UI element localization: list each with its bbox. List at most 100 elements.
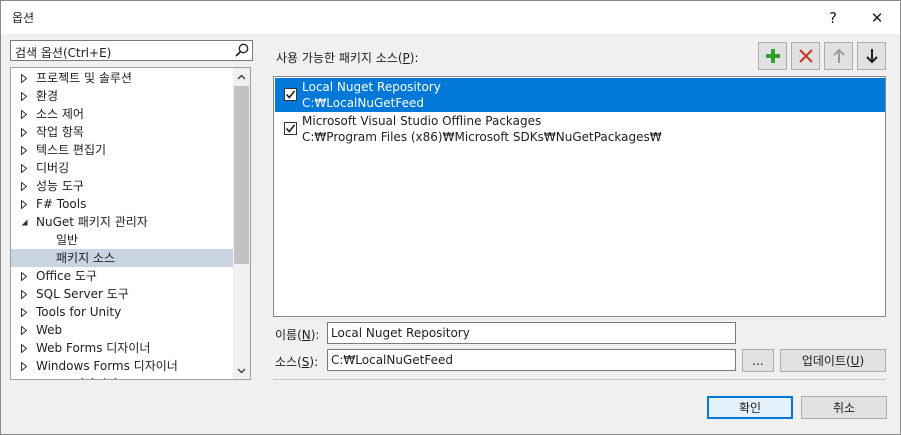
- tree-item-label: 환경: [36, 89, 59, 103]
- name-label-key: N: [301, 328, 311, 342]
- dialog-title: 옵션: [12, 11, 35, 25]
- expand-arrow-icon[interactable]: [19, 177, 29, 195]
- tree-item-label: Windows Forms 디자이너: [36, 359, 178, 373]
- source-name: Microsoft Visual Studio Offline Packages: [302, 114, 542, 128]
- tree-item-label: XAML 디자이너: [36, 375, 117, 379]
- arrow-up-icon: [832, 48, 845, 63]
- scroll-down-button[interactable]: [233, 362, 250, 379]
- tree-item[interactable]: NuGet 패키지 관리자: [11, 213, 233, 231]
- expand-arrow-icon[interactable]: [19, 87, 29, 105]
- update-label-suffix: ): [859, 354, 865, 368]
- tree-item[interactable]: 환경: [11, 87, 233, 105]
- tree-item[interactable]: Web Forms 디자이너: [11, 339, 233, 357]
- source-label: 소스(S):: [275, 353, 318, 370]
- help-icon: ?: [829, 8, 837, 27]
- tree-item[interactable]: 성능 도구: [11, 177, 233, 195]
- source-row-offline[interactable]: Microsoft Visual Studio Offline Packages…: [275, 112, 885, 146]
- tree-item[interactable]: Web: [11, 321, 233, 339]
- tree-item[interactable]: 소스 제어: [11, 105, 233, 123]
- chevron-down-icon: [237, 368, 246, 373]
- close-icon: ✕: [870, 8, 884, 27]
- tree-item-label: F# Tools: [36, 197, 87, 211]
- expand-arrow-icon[interactable]: [19, 339, 29, 357]
- tree-scrollbar[interactable]: [233, 68, 250, 379]
- source-label-suffix: ):: [309, 355, 319, 369]
- tree-item[interactable]: Tools for Unity: [11, 303, 233, 321]
- browse-label: ...: [752, 353, 764, 368]
- name-label: 이름(N):: [275, 326, 319, 343]
- move-up-button[interactable]: [824, 42, 853, 70]
- tree-item-label: 작업 항목: [36, 125, 84, 139]
- update-label-prefix: 업데이트(: [801, 354, 851, 368]
- package-source-list[interactable]: Local Nuget Repository C:₩LocalNuGetFeed…: [273, 76, 886, 317]
- search-placeholder: 검색 옵션(Ctrl+E): [15, 46, 112, 60]
- expand-arrow-icon[interactable]: [19, 105, 29, 123]
- source-path: C:₩LocalNuGetFeed: [302, 96, 424, 110]
- tree-item[interactable]: SQL Server 도구: [11, 285, 233, 303]
- expand-arrow-icon[interactable]: [19, 303, 29, 321]
- sources-label: 사용 가능한 패키지 소스(P):: [276, 49, 419, 66]
- x-icon: [798, 49, 813, 63]
- expand-arrow-icon[interactable]: [19, 321, 29, 339]
- tree-item-label: Office 도구: [36, 269, 97, 283]
- source-row-local[interactable]: Local Nuget Repository C:₩LocalNuGetFeed: [275, 78, 885, 112]
- expand-arrow-icon[interactable]: [19, 69, 29, 87]
- tree-item[interactable]: 패키지 소스: [11, 249, 233, 267]
- tree-item[interactable]: 디버깅: [11, 159, 233, 177]
- update-label: 업데이트(U): [802, 352, 864, 369]
- source-label-prefix: 소스(: [275, 355, 302, 369]
- tree-item-label: 일반: [56, 233, 79, 247]
- expand-arrow-icon[interactable]: [19, 141, 29, 159]
- expand-arrow-icon[interactable]: [19, 123, 29, 141]
- source-name: Local Nuget Repository: [302, 80, 441, 94]
- expand-arrow-icon[interactable]: [19, 195, 29, 213]
- checkmark-icon: [285, 124, 296, 133]
- divider: [273, 379, 886, 380]
- tree-item-label: NuGet 패키지 관리자: [36, 215, 148, 229]
- source-path: C:₩Program Files (x86)₩Microsoft SDKs₩Nu…: [302, 130, 662, 144]
- browse-button[interactable]: ...: [742, 349, 774, 372]
- expand-arrow-icon[interactable]: [19, 159, 29, 177]
- tree-item[interactable]: Office 도구: [11, 267, 233, 285]
- cancel-button[interactable]: 취소: [801, 396, 887, 419]
- expand-arrow-icon[interactable]: [19, 375, 29, 379]
- collapse-arrow-icon[interactable]: [19, 213, 29, 231]
- tree-item[interactable]: 프로젝트 및 솔루션: [11, 69, 233, 87]
- tree-item-label: 디버깅: [36, 161, 70, 175]
- expand-arrow-icon[interactable]: [19, 285, 29, 303]
- sources-label-suffix: ):: [409, 51, 419, 65]
- tree-item[interactable]: F# Tools: [11, 195, 233, 213]
- scroll-up-button[interactable]: [233, 68, 250, 85]
- remove-source-button[interactable]: [791, 42, 820, 70]
- name-label-suffix: ):: [310, 328, 320, 342]
- tree-item[interactable]: 작업 항목: [11, 123, 233, 141]
- ok-button[interactable]: 확인: [707, 396, 793, 419]
- search-input[interactable]: 검색 옵션(Ctrl+E): [10, 40, 253, 61]
- options-dialog: 옵션 ? ✕ 검색 옵션(Ctrl+E) XAML 디자이너 Windows Fo…: [0, 0, 901, 435]
- help-button[interactable]: ?: [813, 1, 853, 34]
- source-field[interactable]: [327, 349, 736, 371]
- tree-item-label: SQL Server 도구: [36, 287, 129, 301]
- tree-item-label: Web: [36, 323, 63, 337]
- name-field[interactable]: [327, 322, 736, 344]
- source-checkbox-offline[interactable]: [284, 122, 297, 135]
- tree-item-label: 패키지 소스: [56, 251, 116, 265]
- expand-arrow-icon[interactable]: [19, 267, 29, 285]
- scroll-thumb[interactable]: [234, 86, 249, 264]
- cancel-label: 취소: [832, 401, 856, 415]
- search-icon: [235, 43, 249, 57]
- tree-item[interactable]: 일반: [11, 231, 233, 249]
- update-button[interactable]: 업데이트(U): [780, 349, 886, 372]
- name-label-prefix: 이름(: [275, 328, 302, 342]
- tree-item[interactable]: Windows Forms 디자이너: [11, 357, 233, 375]
- expand-arrow-icon[interactable]: [19, 357, 29, 375]
- tree-item[interactable]: 텍스트 편집기: [11, 141, 233, 159]
- close-button[interactable]: ✕: [857, 1, 897, 34]
- options-tree[interactable]: XAML 디자이너 Windows Forms 디자이너 Web Forms 디자이…: [10, 67, 251, 380]
- add-source-button[interactable]: [758, 42, 787, 70]
- move-down-button[interactable]: [857, 42, 886, 70]
- tree-item-label: Web Forms 디자이너: [36, 341, 151, 355]
- tree-item[interactable]: XAML 디자이너: [11, 375, 233, 379]
- tree-item-label: 텍스트 편집기: [36, 143, 107, 157]
- source-checkbox-local[interactable]: [284, 88, 297, 101]
